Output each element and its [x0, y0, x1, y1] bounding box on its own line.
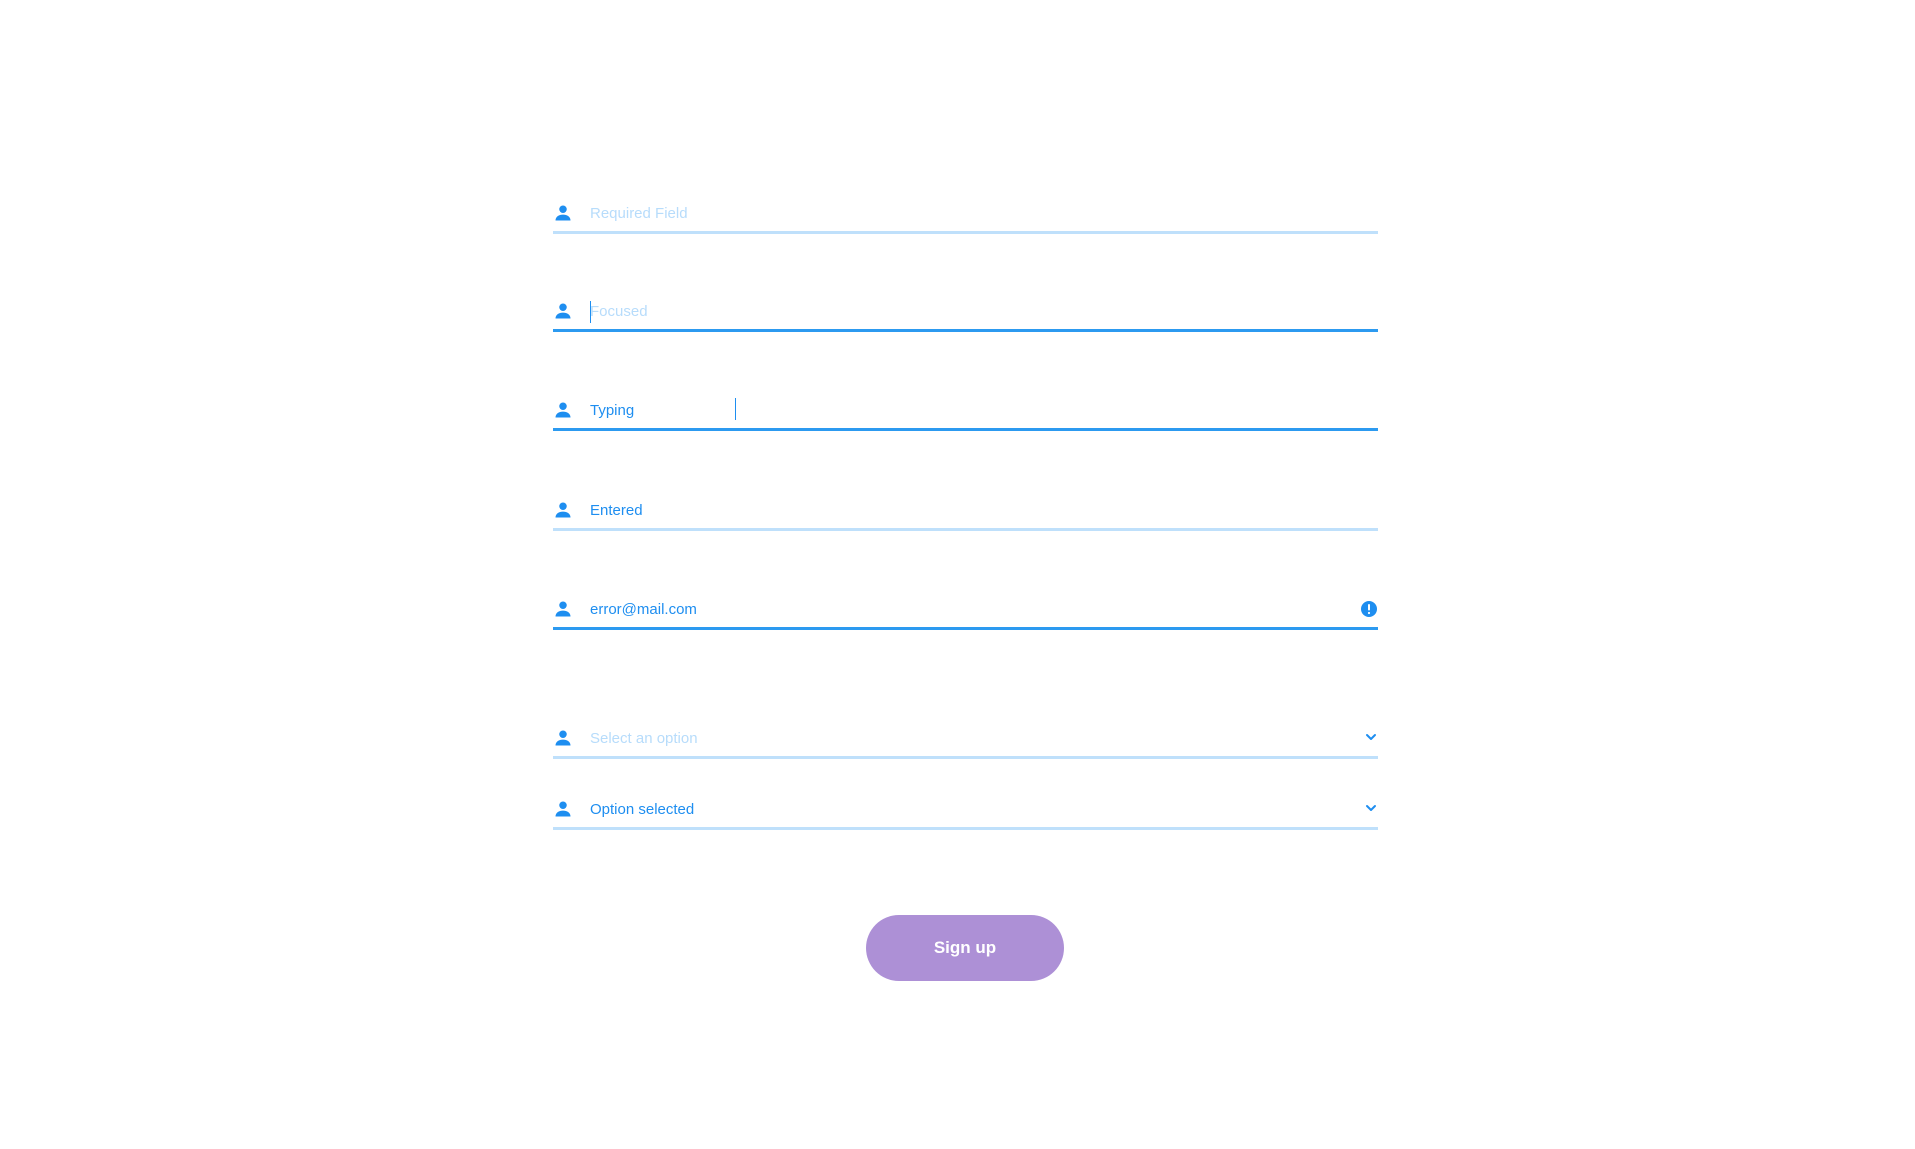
select-option-dropdown[interactable]: Select an option [553, 719, 1378, 759]
chevron-down-icon[interactable] [1364, 730, 1378, 744]
sign-up-button[interactable]: Sign up [866, 915, 1064, 981]
text-caret [590, 301, 591, 323]
entered-field[interactable]: Entered [553, 491, 1378, 531]
user-icon [555, 601, 571, 617]
user-icon [555, 402, 571, 418]
email-field-value: error@mail.com [590, 601, 697, 618]
user-icon [555, 730, 571, 746]
user-icon [555, 205, 571, 221]
signup-form: Required Field Focused Typing Entered er… [553, 0, 1378, 1149]
typing-field[interactable]: Typing [553, 391, 1378, 431]
typing-field-value: Typing [590, 402, 635, 419]
focused-field-placeholder: Focused [590, 303, 648, 320]
focused-field[interactable]: Focused [553, 292, 1378, 332]
select-placeholder: Select an option [590, 730, 698, 747]
entered-field-value: Entered [590, 502, 643, 519]
option-selected-dropdown[interactable]: Option selected [553, 790, 1378, 830]
select-value: Option selected [590, 801, 695, 818]
text-caret [735, 398, 736, 420]
user-icon [555, 801, 571, 817]
required-field[interactable]: Required Field [553, 194, 1378, 234]
required-field-placeholder: Required Field [590, 205, 688, 222]
error-icon [1361, 601, 1377, 617]
user-icon [555, 502, 571, 518]
user-icon [555, 303, 571, 319]
email-field-error[interactable]: error@mail.com [553, 590, 1378, 630]
chevron-down-icon[interactable] [1364, 801, 1378, 815]
